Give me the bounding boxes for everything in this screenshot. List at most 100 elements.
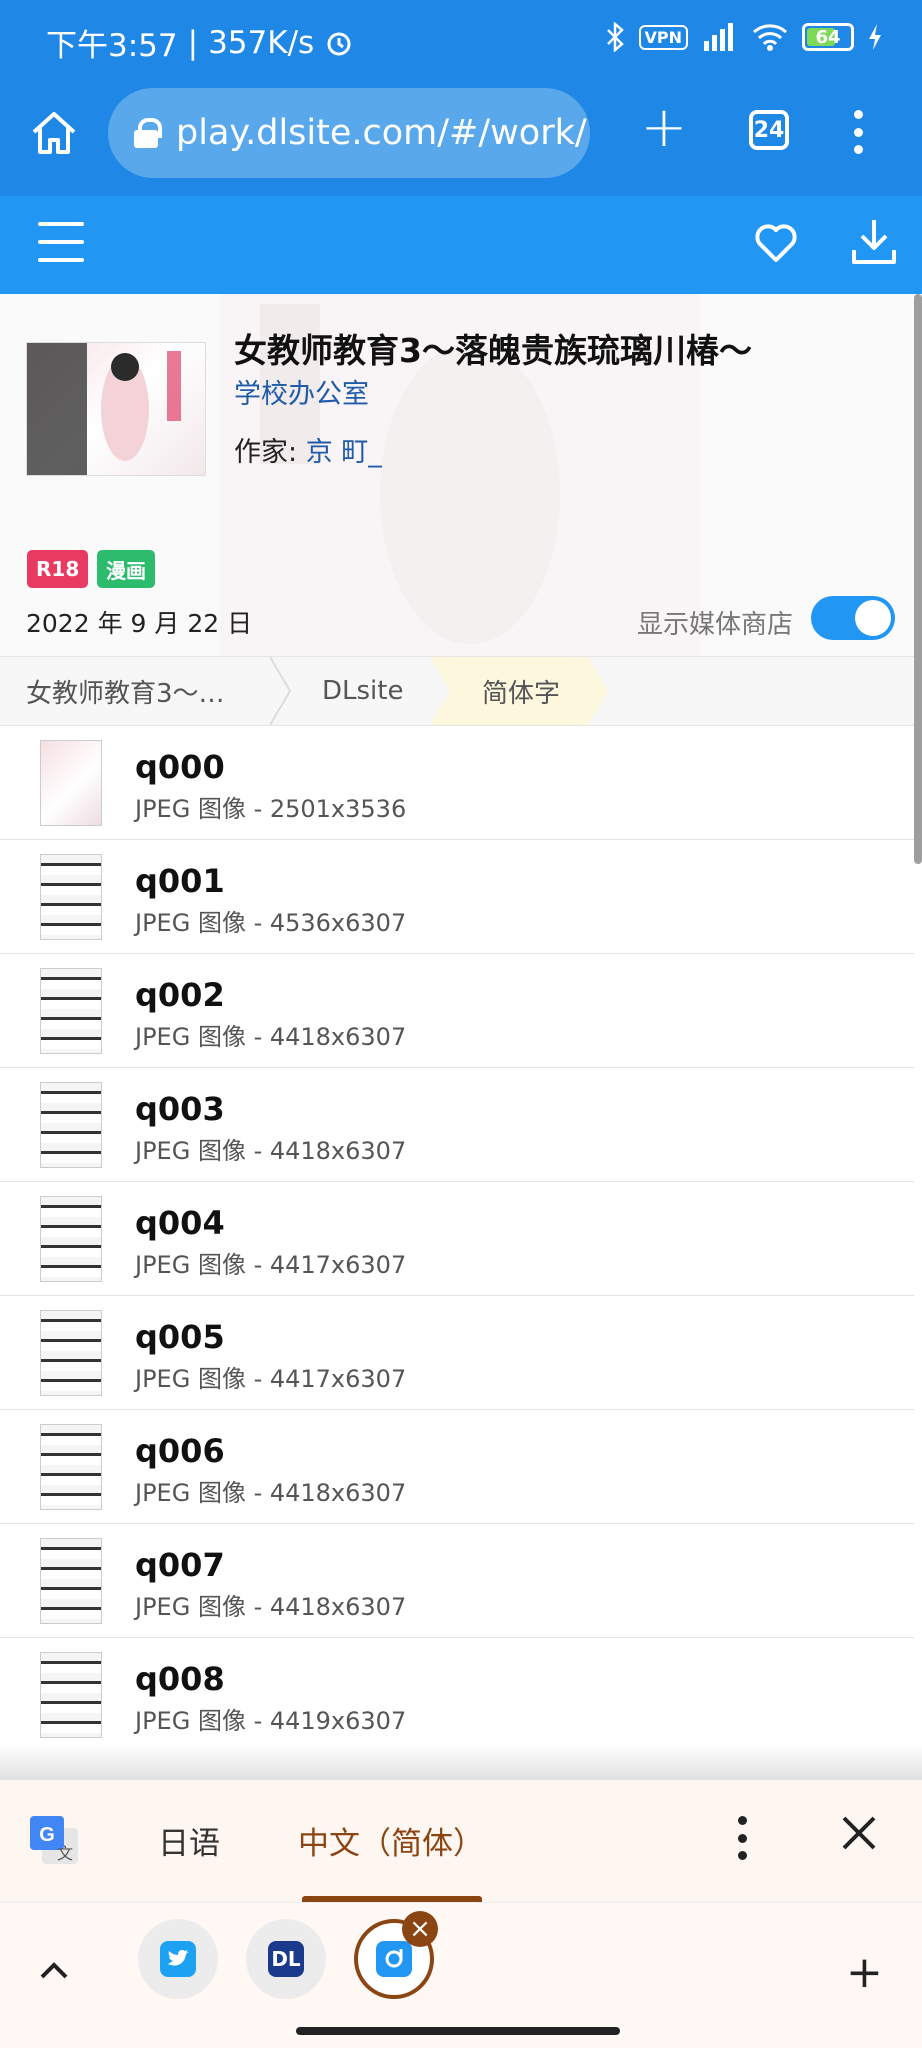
media-store-label: 显示媒体商店 (637, 610, 794, 640)
home-indicator[interactable] (296, 2027, 620, 2035)
status-right: VPN 64 (605, 22, 883, 52)
file-thumbnail (40, 1424, 102, 1510)
twitter-icon (160, 1941, 196, 1977)
file-row[interactable]: q007 JPEG 图像 - 4418x6307 (0, 1524, 914, 1638)
cover-art (27, 343, 181, 475)
hamburger-menu-icon[interactable] (38, 222, 84, 262)
file-description: JPEG 图像 - 2501x3536 (135, 795, 407, 823)
google-translate-icon: G 文 (30, 1816, 78, 1864)
svg-text:文: 文 (57, 1844, 73, 1863)
svg-text:G: G (39, 1824, 55, 1846)
network-speed: 357K/s (208, 24, 315, 61)
file-row[interactable]: q000 JPEG 图像 - 2501x3536 (0, 726, 914, 840)
lock-icon (134, 118, 162, 148)
battery-level: 64 (815, 26, 841, 48)
file-thumbnail (40, 1310, 102, 1396)
translate-bar: G 文 日语 中文（简体） (0, 1780, 922, 1902)
breadcrumb-separator-icon (269, 657, 292, 725)
file-thumbnail (40, 968, 102, 1054)
file-name: q008 (135, 1660, 225, 1698)
file-name: q001 (135, 862, 225, 900)
add-app-button[interactable]: + (846, 1951, 883, 1995)
dlsite-icon: DL (268, 1941, 304, 1977)
chevron-up-icon[interactable] (36, 1959, 72, 1983)
file-name: q000 (135, 748, 225, 786)
translate-bar-shadow (0, 1744, 922, 1780)
source-language-tab[interactable]: 日语 (158, 1818, 220, 1863)
url-bar[interactable]: play.dlsite.com/#/work/ (108, 88, 590, 178)
wifi-icon (753, 24, 787, 51)
bottom-dock: DL × + (0, 1902, 922, 2048)
clock: 下午3:57 (46, 28, 178, 64)
browser-menu-icon[interactable] (852, 110, 864, 154)
file-description: JPEG 图像 - 4418x6307 (135, 1137, 407, 1165)
file-thumbnail (40, 1652, 102, 1738)
play-glyph-icon (385, 1949, 403, 1968)
file-description: JPEG 图像 - 4536x6307 (135, 909, 407, 937)
r18-badge: R18 (27, 550, 89, 588)
vpn-icon: VPN (638, 24, 688, 50)
file-row[interactable]: q002 JPEG 图像 - 4418x6307 (0, 954, 914, 1068)
file-list: q000 JPEG 图像 - 2501x3536 q001 JPEG 图像 - … (0, 726, 914, 1752)
breadcrumb: 女教师教育3～… DLsite 简体字 (0, 656, 922, 726)
file-thumbnail (40, 1538, 102, 1624)
close-app-badge-icon[interactable]: × (402, 1911, 438, 1947)
file-name: q007 (135, 1546, 225, 1584)
author-label: 作家: (234, 437, 306, 468)
target-language-tab[interactable]: 中文（简体） (298, 1818, 484, 1863)
manga-badge: 漫画 (97, 550, 155, 588)
translate-more-icon[interactable] (736, 1816, 748, 1860)
status-divider: | (187, 24, 199, 61)
twitter-app-button[interactable] (138, 1919, 218, 1999)
circle-link[interactable]: 学校办公室 (234, 372, 369, 411)
file-row[interactable]: q003 JPEG 图像 - 4418x6307 (0, 1068, 914, 1182)
dlsite-app-button[interactable]: DL (246, 1919, 326, 1999)
bluetooth-icon (606, 22, 624, 52)
app-toolbar (0, 196, 922, 294)
file-row[interactable]: q001 JPEG 图像 - 4536x6307 (0, 840, 914, 954)
file-thumbnail (40, 1196, 102, 1282)
file-row[interactable]: q005 JPEG 图像 - 4417x6307 (0, 1296, 914, 1410)
alarm-icon (327, 32, 351, 55)
work-cover-image[interactable] (26, 342, 206, 476)
file-description: JPEG 图像 - 4418x6307 (135, 1023, 407, 1051)
breadcrumb-item-language[interactable]: 简体字 (430, 657, 608, 725)
scrollbar[interactable] (914, 294, 922, 864)
breadcrumb-item-work[interactable]: 女教师教育3～… (26, 657, 225, 725)
file-thumbnail (40, 740, 102, 826)
file-description: JPEG 图像 - 4418x6307 (135, 1593, 407, 1621)
file-name: q005 (135, 1318, 225, 1356)
new-tab-button[interactable]: + (636, 100, 692, 158)
browser-toolbar: play.dlsite.com/#/work/ + 24 (0, 82, 922, 196)
status-bar: 下午3:57 | 357K/s VPN 64 (0, 0, 922, 82)
file-thumbnail (40, 1082, 102, 1168)
file-description: JPEG 图像 - 4418x6307 (135, 1479, 407, 1507)
file-name: q003 (135, 1090, 225, 1128)
file-name: q004 (135, 1204, 225, 1242)
author-link[interactable]: 京 町_ (306, 437, 382, 468)
home-icon[interactable] (26, 106, 82, 162)
file-name: q002 (135, 976, 225, 1014)
release-date: 2022 年 9 月 22 日 (26, 609, 253, 638)
work-header: 女教师教育3～落魄贵族琉璃川椿～ 学校办公室 作家: 京 町_ R18 漫画 2… (0, 294, 922, 656)
dlsite-play-icon (376, 1941, 412, 1977)
file-row[interactable]: q006 JPEG 图像 - 4418x6307 (0, 1410, 914, 1524)
work-title: 女教师教育3～落魄贵族琉璃川椿～ (234, 331, 752, 370)
file-name: q006 (135, 1432, 225, 1470)
file-row[interactable]: q004 JPEG 图像 - 4417x6307 (0, 1182, 914, 1296)
file-row[interactable]: q008 JPEG 图像 - 4419x6307 (0, 1638, 914, 1752)
bird-icon (168, 1950, 189, 1966)
battery-icon: 64 (802, 23, 854, 51)
heart-icon[interactable] (752, 218, 800, 266)
signal-icon (704, 23, 733, 51)
status-left: 下午3:57 | 357K/s (46, 20, 354, 65)
file-description: JPEG 图像 - 4417x6307 (135, 1251, 407, 1279)
breadcrumb-item-dlsite[interactable]: DLsite (322, 657, 403, 725)
media-store-toggle[interactable] (811, 596, 895, 640)
close-icon[interactable] (840, 1814, 878, 1852)
file-description: JPEG 图像 - 4417x6307 (135, 1365, 407, 1393)
url-text: play.dlsite.com/#/work/ (176, 113, 587, 153)
tab-switcher-button[interactable]: 24 (749, 110, 789, 150)
file-thumbnail (40, 854, 102, 940)
download-icon[interactable] (850, 216, 898, 266)
